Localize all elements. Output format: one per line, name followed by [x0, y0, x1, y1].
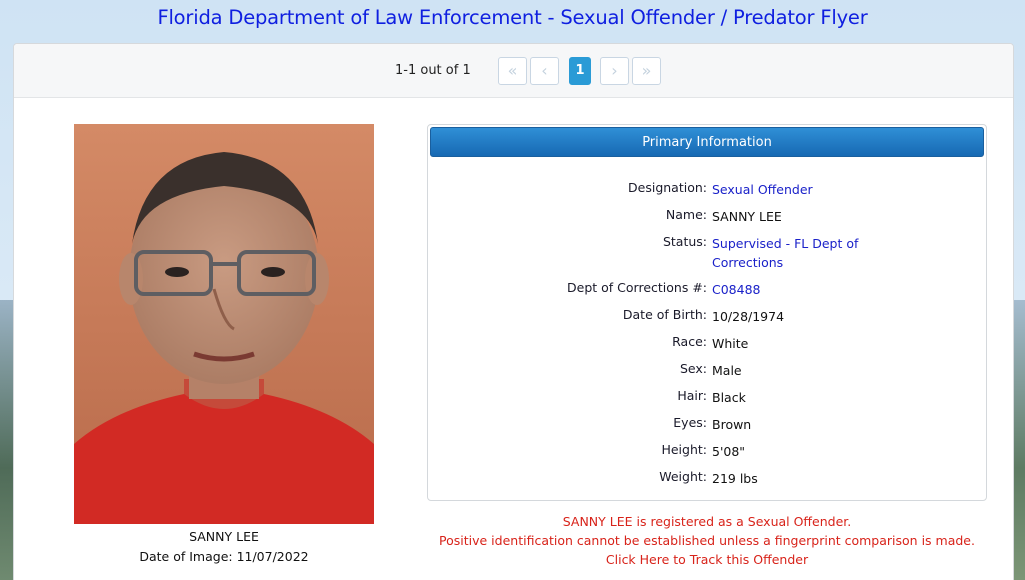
- status-value-line2[interactable]: Corrections: [712, 253, 783, 272]
- photo-date: Date of Image: 11/07/2022: [139, 549, 309, 564]
- doc-number-label: Dept of Corrections #:: [567, 280, 707, 295]
- designation-label: Designation:: [628, 180, 707, 195]
- pagination-bar: 1-1 out of 1 « ‹ 1 › »: [14, 44, 1013, 98]
- flyer-card: 1-1 out of 1 « ‹ 1 › » SANNY LEE Date of…: [13, 43, 1014, 580]
- identification-disclaimer: Positive identification cannot be establ…: [439, 533, 975, 548]
- hair-value: Black: [712, 390, 746, 405]
- dob-value: 10/28/1974: [712, 309, 785, 324]
- eyes-value: Brown: [712, 417, 752, 432]
- page-title: Florida Department of Law Enforcement - …: [157, 6, 868, 29]
- result-count: 1-1 out of 1: [395, 63, 471, 78]
- primary-information-header: Primary Information: [430, 127, 984, 157]
- weight-value: 219 lbs: [712, 471, 758, 486]
- chevron-left-icon: ‹: [541, 61, 548, 80]
- first-page-button[interactable]: «: [498, 57, 527, 85]
- doc-number-value[interactable]: C08488: [712, 280, 761, 299]
- prev-page-button[interactable]: ‹: [530, 57, 559, 85]
- height-label: Height:: [661, 442, 707, 457]
- page-1-button[interactable]: 1: [569, 57, 591, 85]
- background-scenery-right: [1013, 300, 1025, 580]
- designation-value[interactable]: Sexual Offender: [712, 180, 813, 199]
- last-page-button[interactable]: »: [632, 57, 661, 85]
- hair-label: Hair:: [677, 388, 707, 403]
- eyes-label: Eyes:: [673, 415, 707, 430]
- sex-label: Sex:: [679, 361, 707, 376]
- height-value: 5'08": [712, 444, 746, 459]
- track-offender-link[interactable]: Click Here to Track this Offender: [427, 552, 987, 567]
- race-value: White: [712, 336, 749, 351]
- offender-photo-image: [74, 124, 374, 524]
- chevron-right-icon: ›: [611, 61, 618, 80]
- next-page-button[interactable]: ›: [600, 57, 629, 85]
- primary-information-panel: Primary Information Designation: Sexual …: [427, 124, 987, 501]
- status-label: Status:: [662, 234, 707, 249]
- sex-value: Male: [712, 363, 742, 378]
- name-label: Name:: [665, 207, 707, 222]
- double-chevron-left-icon: «: [507, 61, 518, 80]
- name-value: SANNY LEE: [712, 209, 782, 224]
- registration-notice: SANNY LEE is registered as a Sexual Offe…: [562, 514, 852, 529]
- photo-name: SANNY LEE: [189, 529, 259, 544]
- double-chevron-right-icon: »: [641, 61, 652, 80]
- status-value-line1[interactable]: Supervised - FL Dept of: [712, 234, 858, 253]
- background-scenery-left: [0, 300, 14, 580]
- offender-photo: [74, 124, 374, 524]
- race-label: Race:: [672, 334, 707, 349]
- weight-label: Weight:: [659, 469, 707, 484]
- dob-label: Date of Birth:: [622, 307, 707, 322]
